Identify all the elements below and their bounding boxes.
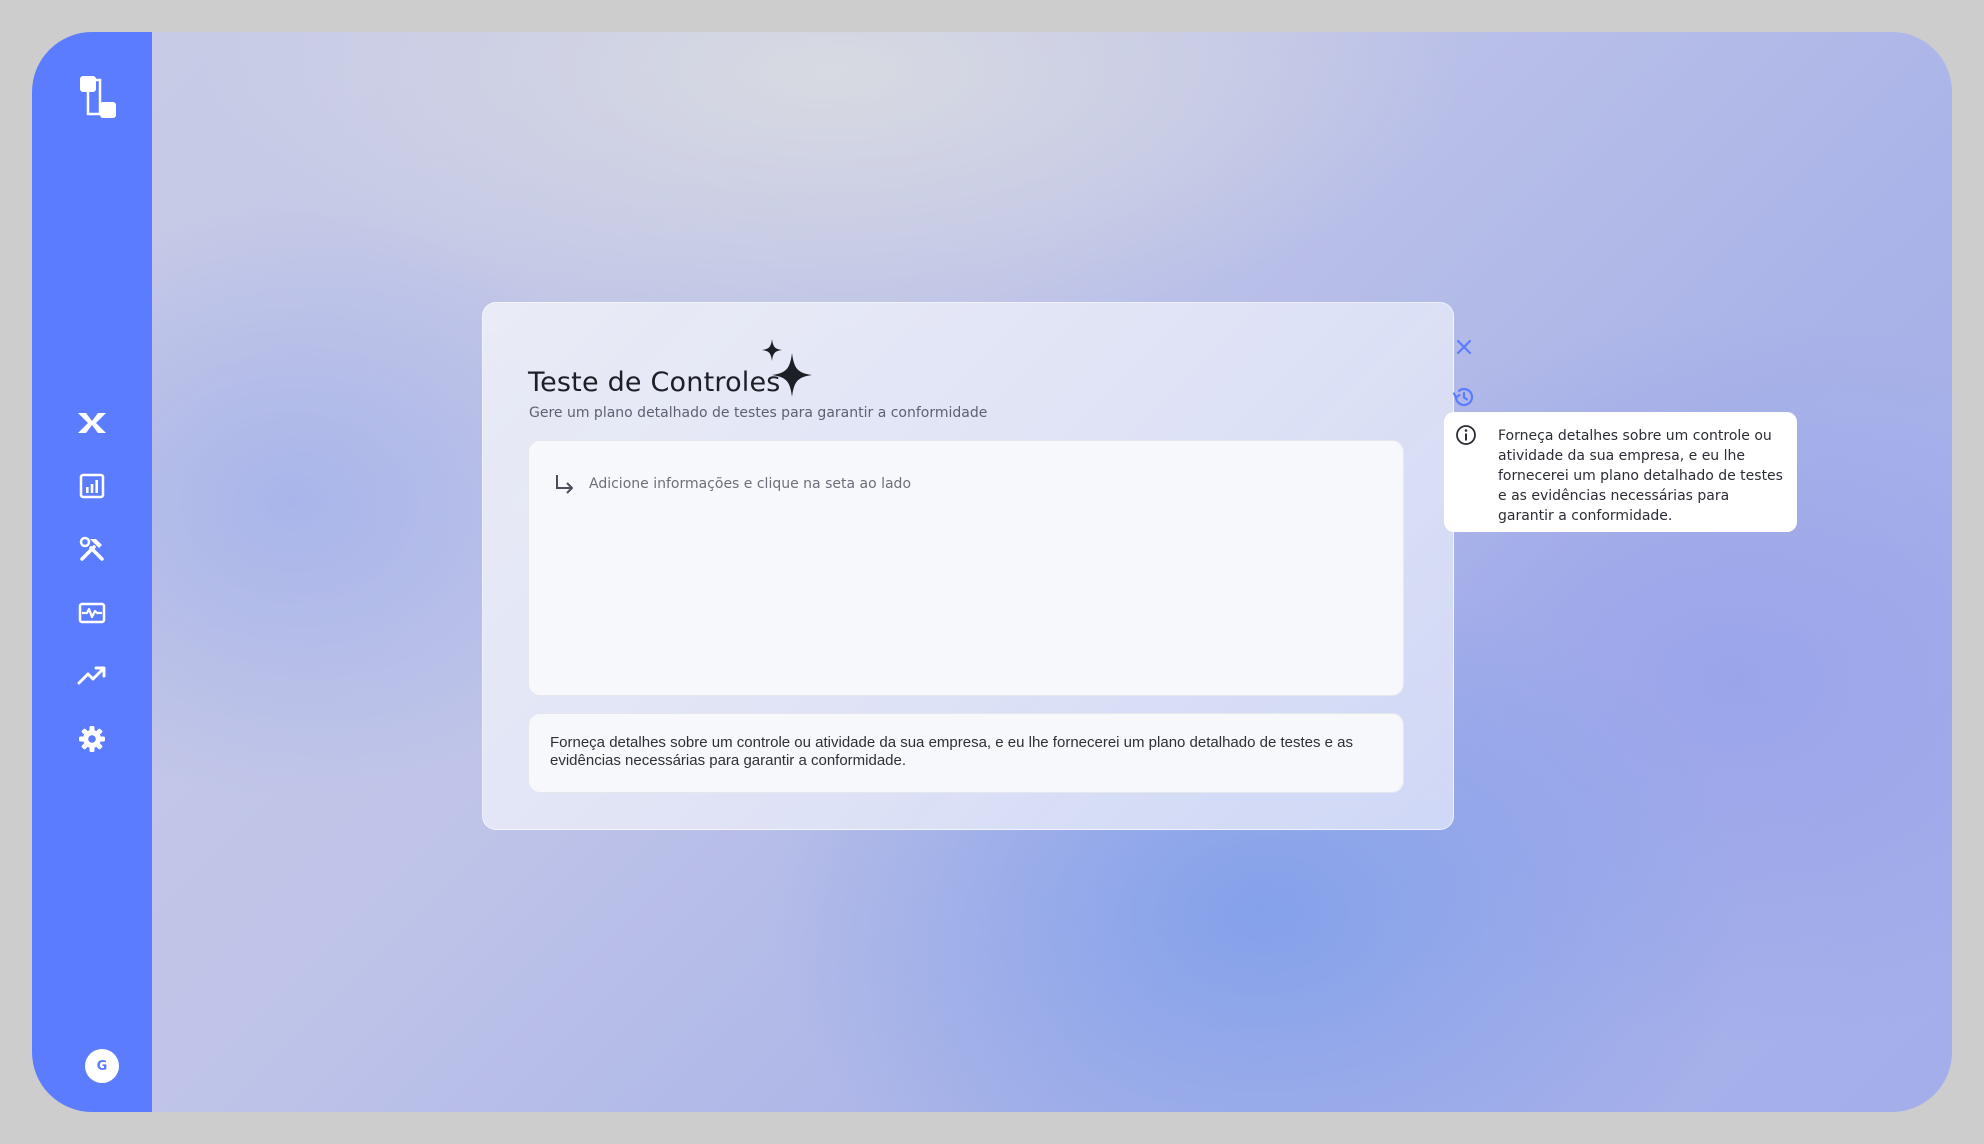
sidebar-item-reports[interactable] [76,472,108,504]
history-icon [1451,384,1477,414]
app-frame: G Teste de Controles Gere um plano detal… [32,32,1952,1112]
page-subtitle: Gere um plano detalhado de testes para g… [529,405,988,421]
close-icon [1455,338,1473,360]
close-button[interactable] [1449,334,1479,364]
tools-icon [78,535,106,567]
info-tooltip: Forneça detalhes sobre um controle ou at… [1444,412,1797,532]
activity-monitor-icon [78,601,106,629]
sidebar-item-settings[interactable] [76,725,108,757]
trending-up-icon [77,665,107,691]
sidebar: G [32,32,152,1112]
history-button[interactable] [1449,384,1479,414]
tooltip-text: Forneça detalhes sobre um controle ou at… [1498,428,1783,524]
page-title: Teste de Controles [528,367,781,398]
sidebar-item-tools[interactable] [76,535,108,567]
sparkles-icon [760,339,814,403]
report-chart-icon [79,473,105,503]
prompt-input[interactable] [589,471,1369,497]
controls-test-modal: Teste de Controles Gere um plano detalha… [482,302,1454,830]
gear-icon [78,725,106,757]
info-icon[interactable] [1454,423,1478,447]
description-card: Forneça detalhes sobre um controle ou at… [528,713,1404,793]
user-avatar[interactable]: G [85,1049,119,1083]
sidebar-item-monitor[interactable] [76,599,108,631]
sidebar-item-x-logo[interactable] [76,409,108,441]
x-logo-icon [76,411,108,439]
arrow-down-right-icon [553,473,575,495]
app-logo[interactable] [78,74,118,124]
sidebar-item-trends[interactable] [76,662,108,694]
prompt-input-card[interactable] [528,440,1404,696]
